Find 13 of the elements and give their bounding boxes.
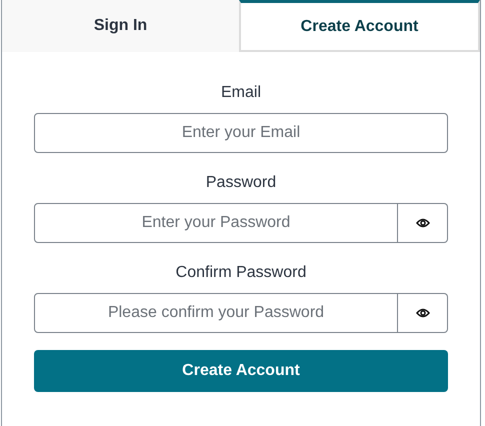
input-field[interactable]: Enter your Email	[34, 113, 448, 153]
tab[interactable]: Create Account	[239, 0, 480, 52]
input-field[interactable]: Please confirm your Password	[34, 293, 398, 333]
field-label: Password	[204, 174, 278, 192]
show-password-button[interactable]	[398, 293, 448, 333]
show-password-button[interactable]	[398, 203, 448, 243]
field-label: Confirm Password	[174, 264, 308, 282]
create-account-button[interactable]: Create Account	[34, 350, 448, 392]
field-label: Email	[220, 84, 262, 102]
eye-icon	[416, 218, 430, 228]
tab[interactable]: Sign In	[2, 0, 239, 52]
input-field[interactable]: Enter your Password	[34, 203, 398, 243]
eye-icon	[416, 308, 430, 318]
